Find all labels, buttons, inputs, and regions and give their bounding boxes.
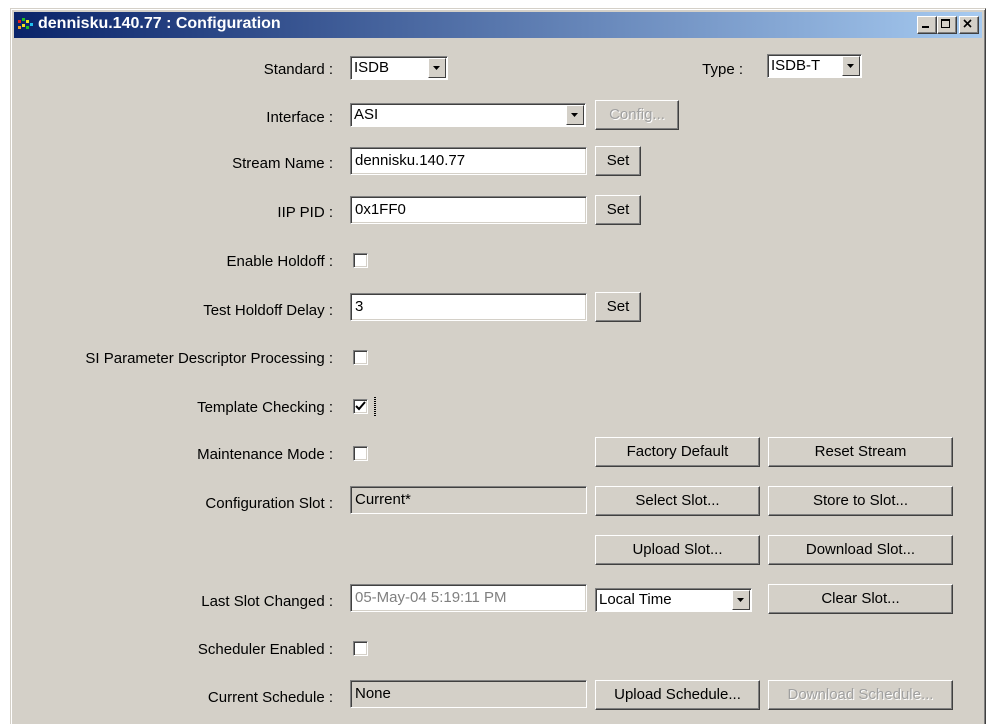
standard-select[interactable]: ISDB [350, 56, 448, 80]
si-parameter-checkbox[interactable] [353, 350, 368, 365]
reset-stream-button[interactable]: Reset Stream [768, 437, 953, 467]
chevron-down-icon [571, 113, 578, 117]
time-mode-value: Local Time [599, 591, 672, 608]
maximize-button[interactable] [937, 16, 957, 34]
stream-name-label: Stream Name : [232, 155, 333, 172]
time-mode-select[interactable]: Local Time [595, 588, 752, 612]
si-parameter-label: SI Parameter Descriptor Processing : [85, 350, 333, 367]
interface-dropdown-button[interactable] [566, 105, 584, 125]
window-title: dennisku.140.77 : Configuration [38, 15, 281, 32]
time-mode-dropdown-button[interactable] [732, 590, 750, 610]
iip-pid-field[interactable]: 0x1FF0 [350, 196, 587, 224]
standard-dropdown-button[interactable] [428, 58, 446, 78]
factory-default-button[interactable]: Factory Default [595, 437, 760, 467]
last-slot-changed-field: 05-May-04 5:19:11 PM [350, 584, 587, 612]
standard-value: ISDB [354, 59, 390, 76]
enable-holdoff-checkbox[interactable] [353, 253, 368, 268]
template-checking-checkbox[interactable] [353, 399, 368, 414]
type-value: ISDB-T [771, 57, 821, 74]
app-icon [18, 18, 34, 32]
chevron-down-icon [847, 64, 854, 68]
iip-pid-label: IIP PID : [277, 204, 333, 221]
maintenance-mode-checkbox[interactable] [353, 446, 368, 461]
type-label: Type : [702, 61, 743, 78]
maintenance-mode-label: Maintenance Mode : [197, 446, 333, 463]
current-schedule-field: None [350, 680, 587, 708]
interface-select[interactable]: ASI [350, 103, 586, 127]
stream-name-field[interactable]: dennisku.140.77 [350, 147, 587, 175]
enable-holdoff-label: Enable Holdoff : [226, 253, 333, 270]
upload-schedule-button[interactable]: Upload Schedule... [595, 680, 760, 710]
type-select[interactable]: ISDB-T [767, 54, 862, 78]
stream-name-set-button[interactable]: Set [595, 146, 641, 176]
focus-indicator [374, 397, 376, 417]
select-slot-button[interactable]: Select Slot... [595, 486, 760, 516]
minimize-icon [922, 26, 929, 28]
scheduler-enabled-label: Scheduler Enabled : [197, 641, 333, 658]
clear-slot-button[interactable]: Clear Slot... [768, 584, 953, 614]
checkmark-icon [355, 401, 366, 411]
scheduler-enabled-checkbox[interactable] [353, 641, 368, 656]
test-holdoff-delay-set-button[interactable]: Set [595, 292, 641, 322]
download-slot-button[interactable]: Download Slot... [768, 535, 953, 565]
chevron-down-icon [737, 598, 744, 602]
config-button[interactable]: Config... [595, 100, 679, 130]
minimize-button[interactable] [917, 16, 937, 34]
chevron-down-icon [433, 66, 440, 70]
configuration-slot-label: Configuration Slot : [205, 495, 333, 512]
store-to-slot-button[interactable]: Store to Slot... [768, 486, 953, 516]
test-holdoff-delay-label: Test Holdoff Delay : [203, 302, 333, 319]
standard-label: Standard : [263, 61, 333, 78]
close-button[interactable] [959, 16, 979, 34]
current-schedule-label: Current Schedule : [207, 689, 333, 706]
close-icon [963, 19, 972, 28]
interface-value: ASI [354, 106, 379, 123]
last-slot-changed-label: Last Slot Changed : [201, 593, 333, 610]
download-schedule-button[interactable]: Download Schedule... [768, 680, 953, 710]
maximize-icon [941, 19, 950, 28]
test-holdoff-delay-field[interactable]: 3 [350, 293, 587, 321]
configuration-slot-field: Current* [350, 486, 587, 514]
upload-slot-button[interactable]: Upload Slot... [595, 535, 760, 565]
interface-label: Interface : [266, 109, 333, 126]
title-bar[interactable]: dennisku.140.77 : Configuration [14, 12, 982, 38]
type-dropdown-button[interactable] [842, 56, 860, 76]
configuration-window: dennisku.140.77 : Configuration Standard… [10, 8, 986, 724]
template-checking-label: Template Checking : [197, 399, 333, 416]
iip-pid-set-button[interactable]: Set [595, 195, 641, 225]
